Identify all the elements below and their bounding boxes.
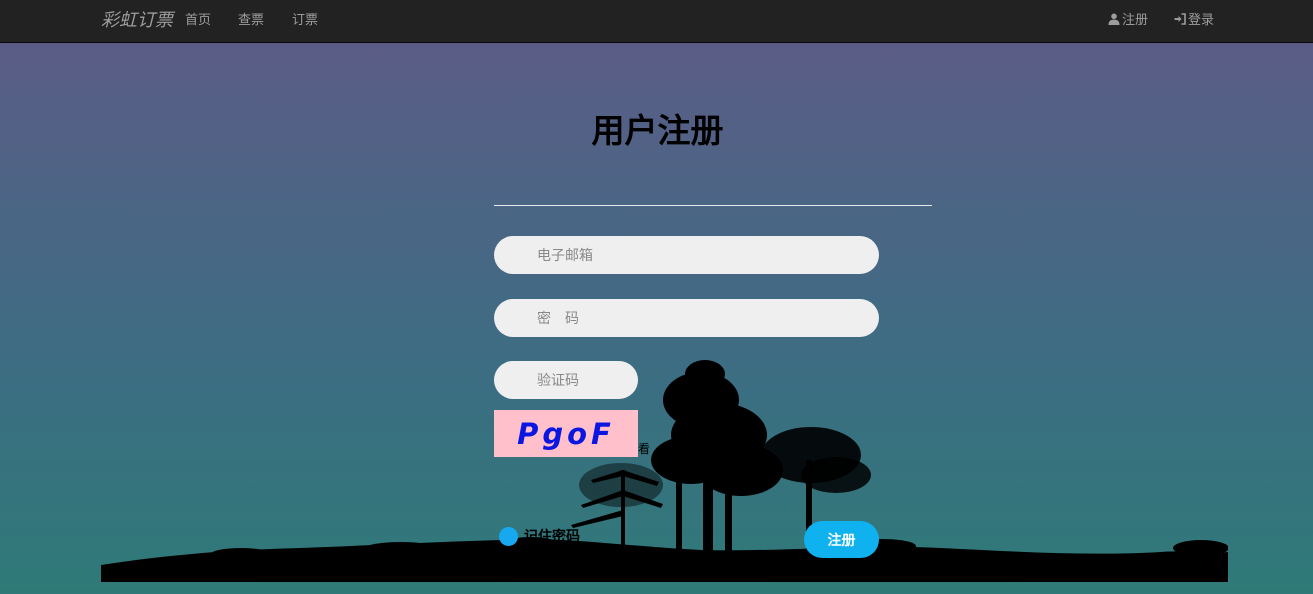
remember-label: 记住密码	[524, 529, 580, 545]
top-navbar: 彩虹订票 首页 查票 订票 注册 登录	[0, 0, 1313, 43]
password-placeholder: 密 码	[537, 311, 579, 327]
nav-home-link[interactable]: 首页	[185, 9, 211, 28]
nav-book-tickets-link[interactable]: 订票	[292, 9, 318, 28]
nav-register-label: 注册	[1122, 13, 1149, 28]
email-placeholder: 电子邮箱	[537, 248, 593, 264]
brand-logo[interactable]: 彩虹订票	[101, 6, 173, 32]
captcha-placeholder: 验证码	[537, 373, 579, 389]
user-icon	[1108, 13, 1120, 25]
refresh-captcha-link[interactable]: 看	[638, 440, 650, 457]
tree-silhouette-background	[101, 360, 1228, 582]
nav-search-tickets-link[interactable]: 查票	[238, 9, 264, 28]
nav-login-link[interactable]: 登录	[1174, 9, 1214, 28]
nav-login-label: 登录	[1188, 13, 1215, 28]
captcha-field[interactable]: 验证码	[494, 361, 638, 399]
title-divider	[494, 205, 932, 206]
register-submit-button[interactable]: 注册	[804, 521, 879, 558]
nav-register-link[interactable]: 注册	[1108, 9, 1148, 28]
captcha-image[interactable]: PgoF	[494, 410, 638, 457]
page-title: 用户注册	[591, 111, 724, 150]
remember-radio[interactable]	[499, 526, 518, 546]
password-field[interactable]: 密 码	[494, 299, 879, 337]
email-field[interactable]: 电子邮箱	[494, 236, 879, 274]
login-icon	[1174, 12, 1186, 25]
remember-password-toggle[interactable]: 记住密码	[499, 526, 580, 546]
